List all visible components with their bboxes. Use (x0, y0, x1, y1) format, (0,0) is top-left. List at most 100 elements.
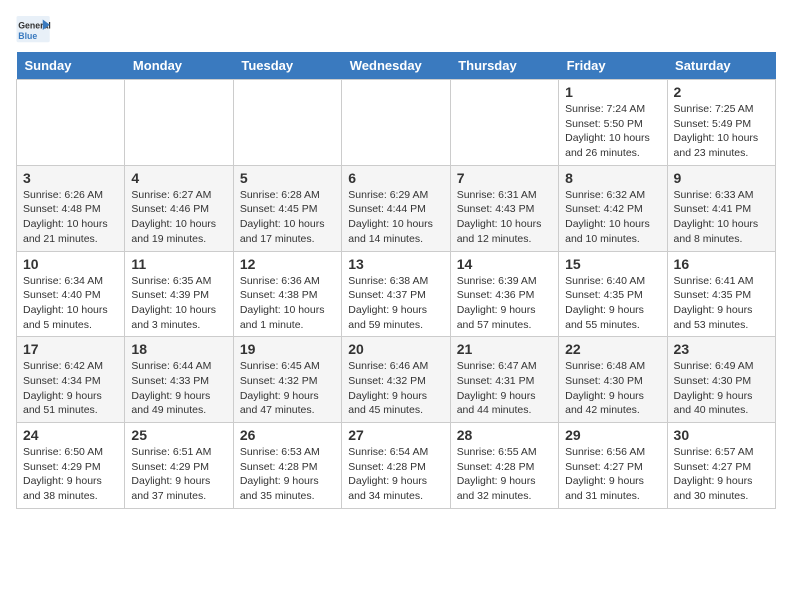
day-info: Sunrise: 6:34 AM Sunset: 4:40 PM Dayligh… (23, 274, 118, 333)
day-number: 4 (131, 170, 226, 186)
calendar-cell: 4 Sunrise: 6:27 AM Sunset: 4:46 PM Daylig… (125, 165, 233, 251)
day-number: 6 (348, 170, 443, 186)
weekday-header-sunday: Sunday (17, 52, 125, 80)
calendar-week-row: 17 Sunrise: 6:42 AM Sunset: 4:34 PM Dayli… (17, 337, 776, 423)
calendar-week-row: 1Sunrise: 7:24 AM Sunset: 5:50 PM Daylig… (17, 80, 776, 166)
calendar-cell: 5 Sunrise: 6:28 AM Sunset: 4:45 PM Daylig… (233, 165, 341, 251)
weekday-header-monday: Monday (125, 52, 233, 80)
calendar-cell: 8 Sunrise: 6:32 AM Sunset: 4:42 PM Daylig… (559, 165, 667, 251)
calendar-cell: 28 Sunrise: 6:55 AM Sunset: 4:28 PM Dayli… (450, 423, 558, 509)
calendar-week-row: 3 Sunrise: 6:26 AM Sunset: 4:48 PM Daylig… (17, 165, 776, 251)
calendar-cell: 21Sunrise: 6:47 AM Sunset: 4:31 PM Dayli… (450, 337, 558, 423)
day-number: 17 (23, 341, 118, 357)
day-info: Sunrise: 6:41 AM Sunset: 4:35 PM Dayligh… (674, 274, 769, 333)
day-info: Sunrise: 6:46 AM Sunset: 4:32 PM Dayligh… (348, 359, 443, 418)
day-number: 19 (240, 341, 335, 357)
calendar-cell (17, 80, 125, 166)
calendar-cell: 3 Sunrise: 6:26 AM Sunset: 4:48 PM Daylig… (17, 165, 125, 251)
day-number: 26 (240, 427, 335, 443)
day-info: Sunrise: 6:36 AM Sunset: 4:38 PM Dayligh… (240, 274, 335, 333)
day-info: Sunrise: 6:31 AM Sunset: 4:43 PM Dayligh… (457, 188, 552, 247)
day-number: 11 (131, 256, 226, 272)
day-info: Sunrise: 6:32 AM Sunset: 4:42 PM Dayligh… (565, 188, 660, 247)
calendar-cell: 29Sunrise: 6:56 AM Sunset: 4:27 PM Dayli… (559, 423, 667, 509)
day-info: Sunrise: 6:53 AM Sunset: 4:28 PM Dayligh… (240, 445, 335, 504)
day-number: 23 (674, 341, 769, 357)
day-info: Sunrise: 6:47 AM Sunset: 4:31 PM Dayligh… (457, 359, 552, 418)
calendar-cell: 19 Sunrise: 6:45 AM Sunset: 4:32 PM Dayli… (233, 337, 341, 423)
day-info: Sunrise: 6:40 AM Sunset: 4:35 PM Dayligh… (565, 274, 660, 333)
weekday-header-friday: Friday (559, 52, 667, 80)
calendar-cell: 9Sunrise: 6:33 AM Sunset: 4:41 PM Daylig… (667, 165, 775, 251)
day-number: 1 (565, 84, 660, 100)
calendar-table: SundayMondayTuesdayWednesdayThursdayFrid… (16, 52, 776, 509)
day-info: Sunrise: 7:25 AM Sunset: 5:49 PM Dayligh… (674, 102, 769, 161)
day-number: 2 (674, 84, 769, 100)
day-number: 20 (348, 341, 443, 357)
day-info: Sunrise: 6:35 AM Sunset: 4:39 PM Dayligh… (131, 274, 226, 333)
calendar-cell: 24 Sunrise: 6:50 AM Sunset: 4:29 PM Dayli… (17, 423, 125, 509)
logo-icon: General Blue (16, 16, 52, 44)
calendar-cell: 27 Sunrise: 6:54 AM Sunset: 4:28 PM Dayli… (342, 423, 450, 509)
calendar-cell: 20 Sunrise: 6:46 AM Sunset: 4:32 PM Dayli… (342, 337, 450, 423)
day-info: Sunrise: 6:55 AM Sunset: 4:28 PM Dayligh… (457, 445, 552, 504)
calendar-cell: 11 Sunrise: 6:35 AM Sunset: 4:39 PM Dayli… (125, 251, 233, 337)
day-info: Sunrise: 6:26 AM Sunset: 4:48 PM Dayligh… (23, 188, 118, 247)
day-info: Sunrise: 6:45 AM Sunset: 4:32 PM Dayligh… (240, 359, 335, 418)
calendar-cell: 14Sunrise: 6:39 AM Sunset: 4:36 PM Dayli… (450, 251, 558, 337)
day-info: Sunrise: 6:50 AM Sunset: 4:29 PM Dayligh… (23, 445, 118, 504)
day-number: 25 (131, 427, 226, 443)
day-number: 24 (23, 427, 118, 443)
day-number: 28 (457, 427, 552, 443)
day-info: Sunrise: 6:49 AM Sunset: 4:30 PM Dayligh… (674, 359, 769, 418)
day-info: Sunrise: 6:56 AM Sunset: 4:27 PM Dayligh… (565, 445, 660, 504)
calendar-cell: 30Sunrise: 6:57 AM Sunset: 4:27 PM Dayli… (667, 423, 775, 509)
calendar-cell: 12 Sunrise: 6:36 AM Sunset: 4:38 PM Dayli… (233, 251, 341, 337)
calendar-cell: 10Sunrise: 6:34 AM Sunset: 4:40 PM Dayli… (17, 251, 125, 337)
day-number: 5 (240, 170, 335, 186)
page-header: General Blue (16, 16, 776, 44)
calendar-cell (342, 80, 450, 166)
calendar-cell: 18 Sunrise: 6:44 AM Sunset: 4:33 PM Dayli… (125, 337, 233, 423)
calendar-week-row: 24 Sunrise: 6:50 AM Sunset: 4:29 PM Dayli… (17, 423, 776, 509)
calendar-cell: 7 Sunrise: 6:31 AM Sunset: 4:43 PM Daylig… (450, 165, 558, 251)
calendar-cell: 13 Sunrise: 6:38 AM Sunset: 4:37 PM Dayli… (342, 251, 450, 337)
day-number: 8 (565, 170, 660, 186)
day-info: Sunrise: 6:42 AM Sunset: 4:34 PM Dayligh… (23, 359, 118, 418)
calendar-cell: 1Sunrise: 7:24 AM Sunset: 5:50 PM Daylig… (559, 80, 667, 166)
day-number: 12 (240, 256, 335, 272)
day-number: 27 (348, 427, 443, 443)
calendar-cell: 23 Sunrise: 6:49 AM Sunset: 4:30 PM Dayli… (667, 337, 775, 423)
calendar-cell: 6 Sunrise: 6:29 AM Sunset: 4:44 PM Daylig… (342, 165, 450, 251)
calendar-cell (450, 80, 558, 166)
svg-text:Blue: Blue (18, 31, 37, 41)
calendar-cell: 22Sunrise: 6:48 AM Sunset: 4:30 PM Dayli… (559, 337, 667, 423)
calendar-body: 1Sunrise: 7:24 AM Sunset: 5:50 PM Daylig… (17, 80, 776, 509)
day-number: 7 (457, 170, 552, 186)
day-info: Sunrise: 6:48 AM Sunset: 4:30 PM Dayligh… (565, 359, 660, 418)
weekday-header-tuesday: Tuesday (233, 52, 341, 80)
day-number: 3 (23, 170, 118, 186)
weekday-header-wednesday: Wednesday (342, 52, 450, 80)
calendar-cell: 16Sunrise: 6:41 AM Sunset: 4:35 PM Dayli… (667, 251, 775, 337)
weekday-header-thursday: Thursday (450, 52, 558, 80)
day-number: 13 (348, 256, 443, 272)
calendar-cell: 25Sunrise: 6:51 AM Sunset: 4:29 PM Dayli… (125, 423, 233, 509)
day-number: 30 (674, 427, 769, 443)
day-number: 15 (565, 256, 660, 272)
calendar-cell: 2 Sunrise: 7:25 AM Sunset: 5:49 PM Daylig… (667, 80, 775, 166)
day-info: Sunrise: 6:54 AM Sunset: 4:28 PM Dayligh… (348, 445, 443, 504)
day-info: Sunrise: 6:44 AM Sunset: 4:33 PM Dayligh… (131, 359, 226, 418)
day-number: 18 (131, 341, 226, 357)
calendar-cell: 15 Sunrise: 6:40 AM Sunset: 4:35 PM Dayli… (559, 251, 667, 337)
day-info: Sunrise: 6:39 AM Sunset: 4:36 PM Dayligh… (457, 274, 552, 333)
calendar-header: SundayMondayTuesdayWednesdayThursdayFrid… (17, 52, 776, 80)
day-info: Sunrise: 6:38 AM Sunset: 4:37 PM Dayligh… (348, 274, 443, 333)
calendar-cell: 26 Sunrise: 6:53 AM Sunset: 4:28 PM Dayli… (233, 423, 341, 509)
day-info: Sunrise: 6:28 AM Sunset: 4:45 PM Dayligh… (240, 188, 335, 247)
calendar-cell (125, 80, 233, 166)
day-info: Sunrise: 6:29 AM Sunset: 4:44 PM Dayligh… (348, 188, 443, 247)
day-number: 9 (674, 170, 769, 186)
calendar-week-row: 10Sunrise: 6:34 AM Sunset: 4:40 PM Dayli… (17, 251, 776, 337)
day-info: Sunrise: 6:27 AM Sunset: 4:46 PM Dayligh… (131, 188, 226, 247)
